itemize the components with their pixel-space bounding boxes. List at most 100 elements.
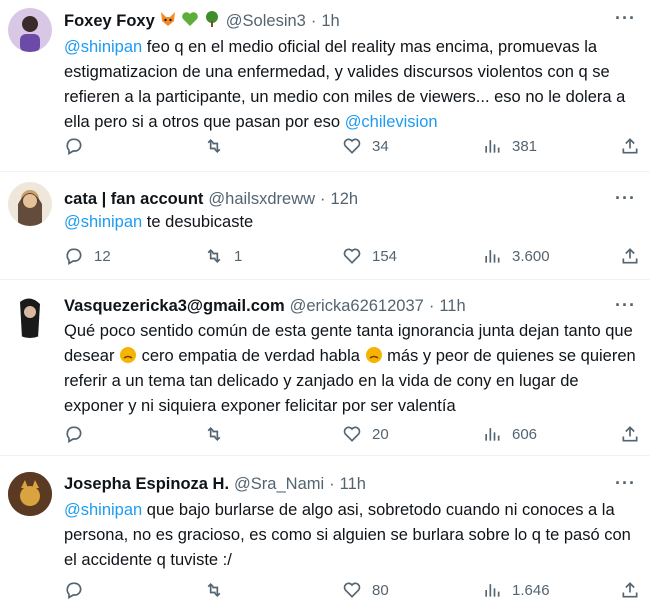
dot-separator: · bbox=[428, 297, 435, 315]
mention-link[interactable]: @shinipan bbox=[64, 501, 142, 519]
retweet-icon bbox=[207, 248, 221, 264]
views-count: 606 bbox=[512, 425, 538, 443]
views-button[interactable]: 381 bbox=[482, 136, 537, 156]
like-count: 154 bbox=[372, 247, 398, 265]
heart-icon bbox=[343, 248, 361, 264]
heart-icon bbox=[343, 426, 361, 442]
reply-button[interactable] bbox=[64, 580, 84, 600]
tweet-actions: 80 1.646 bbox=[64, 580, 644, 604]
share-button[interactable] bbox=[620, 136, 640, 156]
views-icon bbox=[485, 140, 500, 153]
mention-link[interactable]: @shinipan bbox=[64, 213, 142, 231]
like-button[interactable]: 80 bbox=[342, 580, 389, 600]
share-button[interactable] bbox=[620, 580, 640, 600]
fox-emoji-icon bbox=[159, 10, 177, 33]
mention-link[interactable]: @shinipan bbox=[64, 38, 142, 56]
timestamp[interactable]: 11h bbox=[439, 297, 465, 316]
tweet-body: te desubicaste bbox=[142, 213, 254, 231]
tweet: cata | fan account @hailsxdreww · 12h ··… bbox=[0, 172, 650, 280]
retweet-icon bbox=[207, 138, 221, 154]
handle[interactable]: @Solesin3 bbox=[226, 12, 306, 31]
heart-icon bbox=[343, 582, 361, 598]
retweet-icon bbox=[207, 426, 221, 442]
views-button[interactable]: 1.646 bbox=[482, 580, 550, 600]
tweet-text: @shinipan te desubicaste bbox=[64, 210, 638, 235]
share-icon bbox=[622, 426, 638, 442]
reply-icon bbox=[66, 426, 82, 443]
share-icon bbox=[622, 582, 638, 598]
retweet-button[interactable] bbox=[204, 424, 224, 444]
tweet-header: cata | fan account @hailsxdreww · 12h bbox=[64, 190, 358, 209]
share-button[interactable] bbox=[620, 246, 640, 266]
tweet-header: Josepha Espinoza H. @Sra_Nami · 11h bbox=[64, 475, 366, 494]
retweet-count: 1 bbox=[234, 247, 243, 265]
weary-face-emoji-icon bbox=[365, 347, 383, 365]
display-name[interactable]: Josepha Espinoza H. bbox=[64, 475, 229, 494]
dot-separator: · bbox=[310, 12, 317, 30]
handle[interactable]: @ericka62612037 bbox=[290, 297, 424, 316]
handle[interactable]: @hailsxdreww bbox=[208, 190, 315, 209]
tweet: Foxey Foxy @Solesin3 · 1h ··· @shinipan … bbox=[0, 0, 650, 172]
avatar[interactable] bbox=[8, 472, 52, 516]
reply-icon bbox=[66, 582, 82, 599]
more-options-icon[interactable]: ··· bbox=[615, 8, 636, 29]
views-count: 3.600 bbox=[512, 247, 550, 265]
views-button[interactable]: 606 bbox=[482, 424, 537, 444]
avatar[interactable] bbox=[8, 182, 52, 226]
reply-icon bbox=[66, 248, 82, 265]
tweet-actions: 34 381 bbox=[64, 136, 644, 160]
tweet-body: cero empatia de verdad habla bbox=[137, 347, 365, 365]
tweet-text: @shinipan que bajo burlarse de algo asi,… bbox=[64, 498, 638, 573]
heart-icon bbox=[343, 138, 361, 154]
retweet-button[interactable]: 1 bbox=[204, 246, 242, 266]
handle[interactable]: @Sra_Nami bbox=[234, 475, 324, 494]
display-name[interactable]: Vasquezericka3@gmail.com bbox=[64, 297, 285, 316]
more-options-icon[interactable]: ··· bbox=[615, 188, 636, 209]
views-count: 1.646 bbox=[512, 581, 550, 599]
retweet-button[interactable] bbox=[204, 136, 224, 156]
reply-count: 12 bbox=[94, 247, 111, 265]
views-icon bbox=[485, 250, 500, 263]
tweet-text: @shinipan feo q en el medio oficial del … bbox=[64, 35, 638, 135]
share-icon bbox=[622, 248, 638, 264]
views-button[interactable]: 3.600 bbox=[482, 246, 550, 266]
more-options-icon[interactable]: ··· bbox=[615, 473, 636, 494]
weary-face-emoji-icon bbox=[119, 347, 137, 365]
reply-button[interactable] bbox=[64, 424, 84, 444]
tweet-header: Vasquezericka3@gmail.com @ericka62612037… bbox=[64, 297, 466, 316]
share-icon bbox=[622, 138, 638, 154]
tweet-actions: 12 1 154 3.600 bbox=[64, 246, 644, 270]
avatar[interactable] bbox=[8, 294, 52, 338]
display-name[interactable]: Foxey Foxy bbox=[64, 12, 155, 31]
timestamp[interactable]: 12h bbox=[331, 190, 359, 209]
tweet: Vasquezericka3@gmail.com @ericka62612037… bbox=[0, 280, 650, 456]
reply-icon bbox=[66, 138, 82, 155]
like-button[interactable]: 20 bbox=[342, 424, 389, 444]
views-icon bbox=[485, 428, 500, 441]
more-options-icon[interactable]: ··· bbox=[615, 295, 636, 316]
avatar[interactable] bbox=[8, 8, 52, 52]
tweet-actions: 20 606 bbox=[64, 424, 644, 448]
like-button[interactable]: 34 bbox=[342, 136, 389, 156]
tweet-header: Foxey Foxy @Solesin3 · 1h bbox=[64, 10, 340, 33]
retweet-icon bbox=[207, 582, 221, 598]
tweet-text: Qué poco sentido común de esta gente tan… bbox=[64, 319, 638, 419]
views-count: 381 bbox=[512, 137, 538, 155]
timestamp[interactable]: 11h bbox=[340, 475, 366, 494]
timestamp[interactable]: 1h bbox=[321, 12, 339, 31]
like-count: 80 bbox=[372, 581, 389, 599]
reply-button[interactable] bbox=[64, 136, 84, 156]
retweet-button[interactable] bbox=[204, 580, 224, 600]
mention-link[interactable]: @chilevision bbox=[345, 113, 438, 131]
tweet-body: que bajo burlarse de algo asi, sobretodo… bbox=[64, 501, 631, 569]
like-count: 20 bbox=[372, 425, 389, 443]
display-name[interactable]: cata | fan account bbox=[64, 190, 203, 209]
green-heart-icon bbox=[181, 10, 199, 33]
dot-separator: · bbox=[329, 475, 335, 493]
tree-icon bbox=[203, 10, 221, 33]
views-icon bbox=[485, 584, 500, 597]
tweet: Josepha Espinoza H. @Sra_Nami · 11h ··· … bbox=[0, 456, 650, 599]
reply-button[interactable]: 12 bbox=[64, 246, 111, 266]
share-button[interactable] bbox=[620, 424, 640, 444]
like-button[interactable]: 154 bbox=[342, 246, 397, 266]
